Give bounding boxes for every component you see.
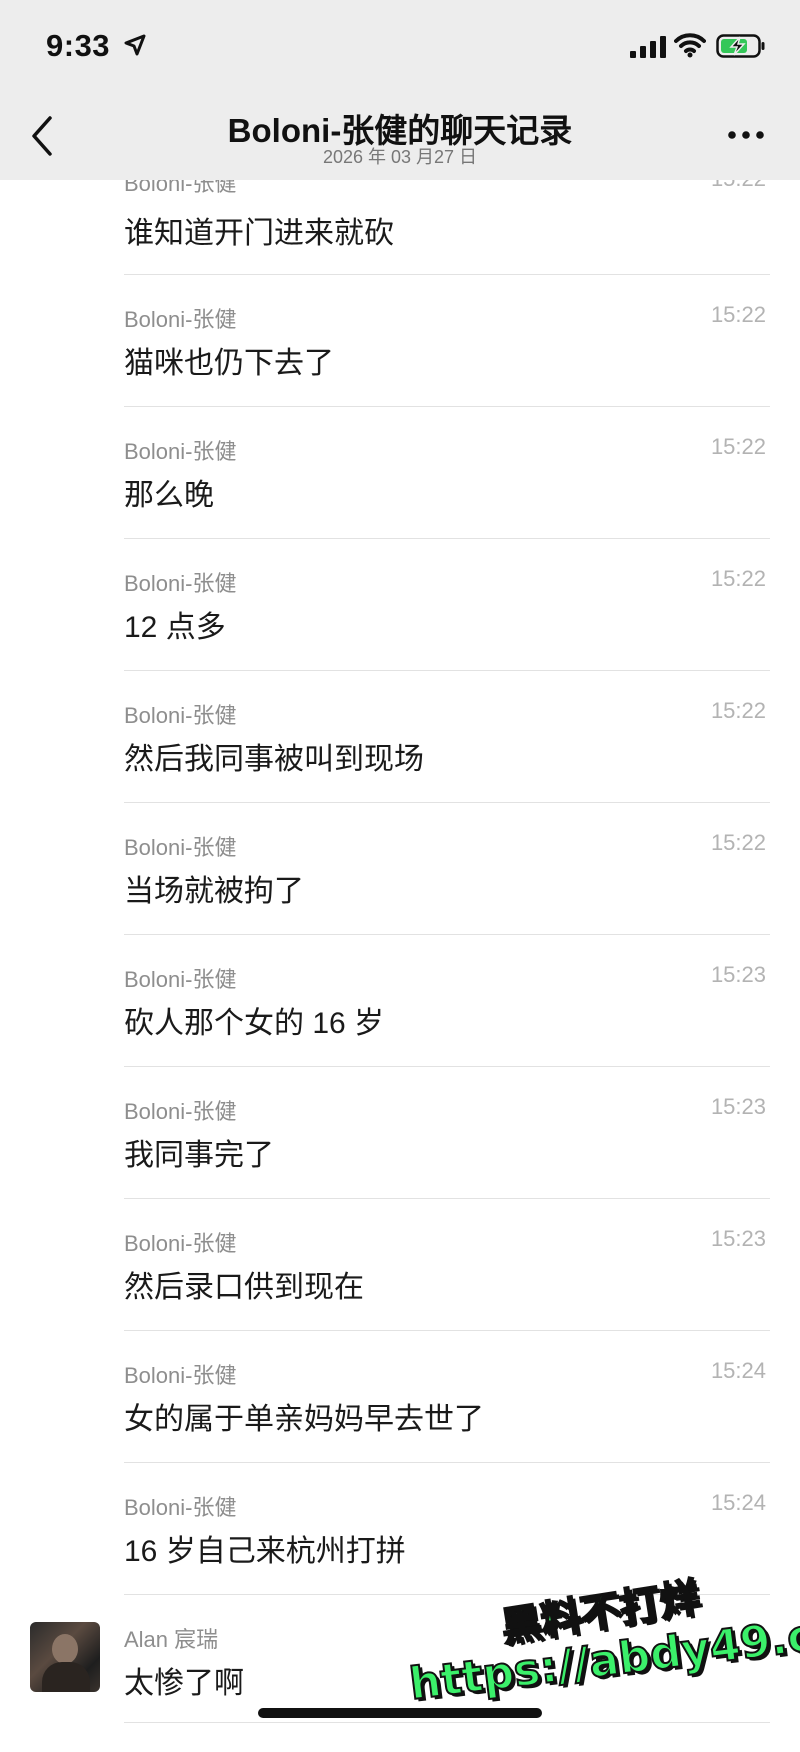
message-sender: Boloni-张健 [124,307,237,332]
message-text: 12 点多 [124,611,226,644]
message-sender: Boloni-张健 [124,835,237,860]
message-text: 然后录口供到现在 [124,1271,364,1304]
message-item[interactable]: Boloni-张健 15:23 然后录口供到现在 [124,1226,770,1356]
avatar-face [52,1634,78,1664]
avatar[interactable] [30,1622,100,1692]
nav-header: 9:33 Boloni-张健的聊天记录 2026 年 03 月27 日 [0,0,800,180]
home-indicator[interactable] [258,1708,542,1718]
message-time: 15:22 [710,698,766,723]
chat-history-list: Boloni-张健 15:22 谁知道开门进来就砍 Boloni-张健 15:2… [0,0,800,1732]
message-item[interactable]: Boloni-张健 15:23 我同事完了 [124,1094,770,1224]
divider [124,274,770,275]
message-sender: Boloni-张健 [124,1495,237,1520]
message-text: 砍人那个女的 16 岁 [124,1007,385,1040]
divider [124,802,770,803]
wifi-icon [674,33,706,58]
divider [124,1198,770,1199]
message-text: 我同事完了 [124,1139,274,1172]
message-sender: Alan 宸瑞 [124,1627,219,1652]
divider [124,1066,770,1067]
message-item[interactable]: Boloni-张健 15:22 然后我同事被叫到现场 [124,698,770,828]
message-time: 15:24 [710,1358,766,1383]
watermark: 黑料不打烊 https://abdy49.com [400,1560,800,1720]
cellular-signal-icon [630,36,666,58]
message-item[interactable]: Boloni-张健 15:24 女的属于单亲妈妈早去世了 [124,1358,770,1488]
message-item[interactable]: Boloni-张健 15:22 那么晚 [124,434,770,564]
divider [124,406,770,407]
message-time: 15:22 [710,434,766,459]
message-text: 太惨了啊 [124,1667,244,1700]
divider [124,1462,770,1463]
message-time: 15:24 [710,1490,766,1515]
message-sender: Boloni-张健 [124,439,237,464]
message-time: 15:23 [710,1226,766,1251]
message-sender: Boloni-张健 [124,1363,237,1388]
page-subtitle: 2026 年 03 月27 日 [322,147,478,167]
message-text: 那么晚 [124,479,214,512]
message-time: 15:22 [710,830,766,855]
divider [124,1722,770,1723]
message-item[interactable]: Boloni-张健 15:22 谁知道开门进来就砍 [124,166,770,300]
message-text: 猫咪也仍下去了 [124,347,334,380]
more-options-icon[interactable] [726,128,766,142]
divider [124,538,770,539]
message-item[interactable]: Boloni-张健 15:22 12 点多 [124,566,770,696]
message-text: 然后我同事被叫到现场 [124,743,424,776]
avatar-body [42,1662,90,1692]
message-sender: Boloni-张健 [124,1231,237,1256]
divider [124,934,770,935]
message-text: 谁知道开门进来就砍 [124,217,394,250]
battery-charging-icon [716,34,765,58]
divider [124,670,770,671]
message-text: 女的属于单亲妈妈早去世了 [124,1403,484,1436]
message-time: 15:22 [710,302,766,327]
message-sender: Boloni-张健 [124,967,237,992]
message-text: 当场就被拘了 [124,875,304,908]
message-sender: Boloni-张健 [124,703,237,728]
message-item[interactable]: Boloni-张健 15:22 猫咪也仍下去了 [124,302,770,432]
message-time: 15:23 [710,962,766,987]
message-time: 15:23 [710,1094,766,1119]
message-text: 16 岁自己来杭州打拼 [124,1535,406,1568]
message-time: 15:22 [710,566,766,591]
location-arrow-icon [124,34,146,56]
status-time: 9:33 [46,28,111,63]
message-sender: Boloni-张健 [124,571,237,596]
message-item[interactable]: Boloni-张健 15:22 当场就被拘了 [124,830,770,960]
divider [124,1330,770,1331]
message-item[interactable]: Boloni-张健 15:23 砍人那个女的 16 岁 [124,962,770,1092]
message-sender: Boloni-张健 [124,1099,237,1124]
